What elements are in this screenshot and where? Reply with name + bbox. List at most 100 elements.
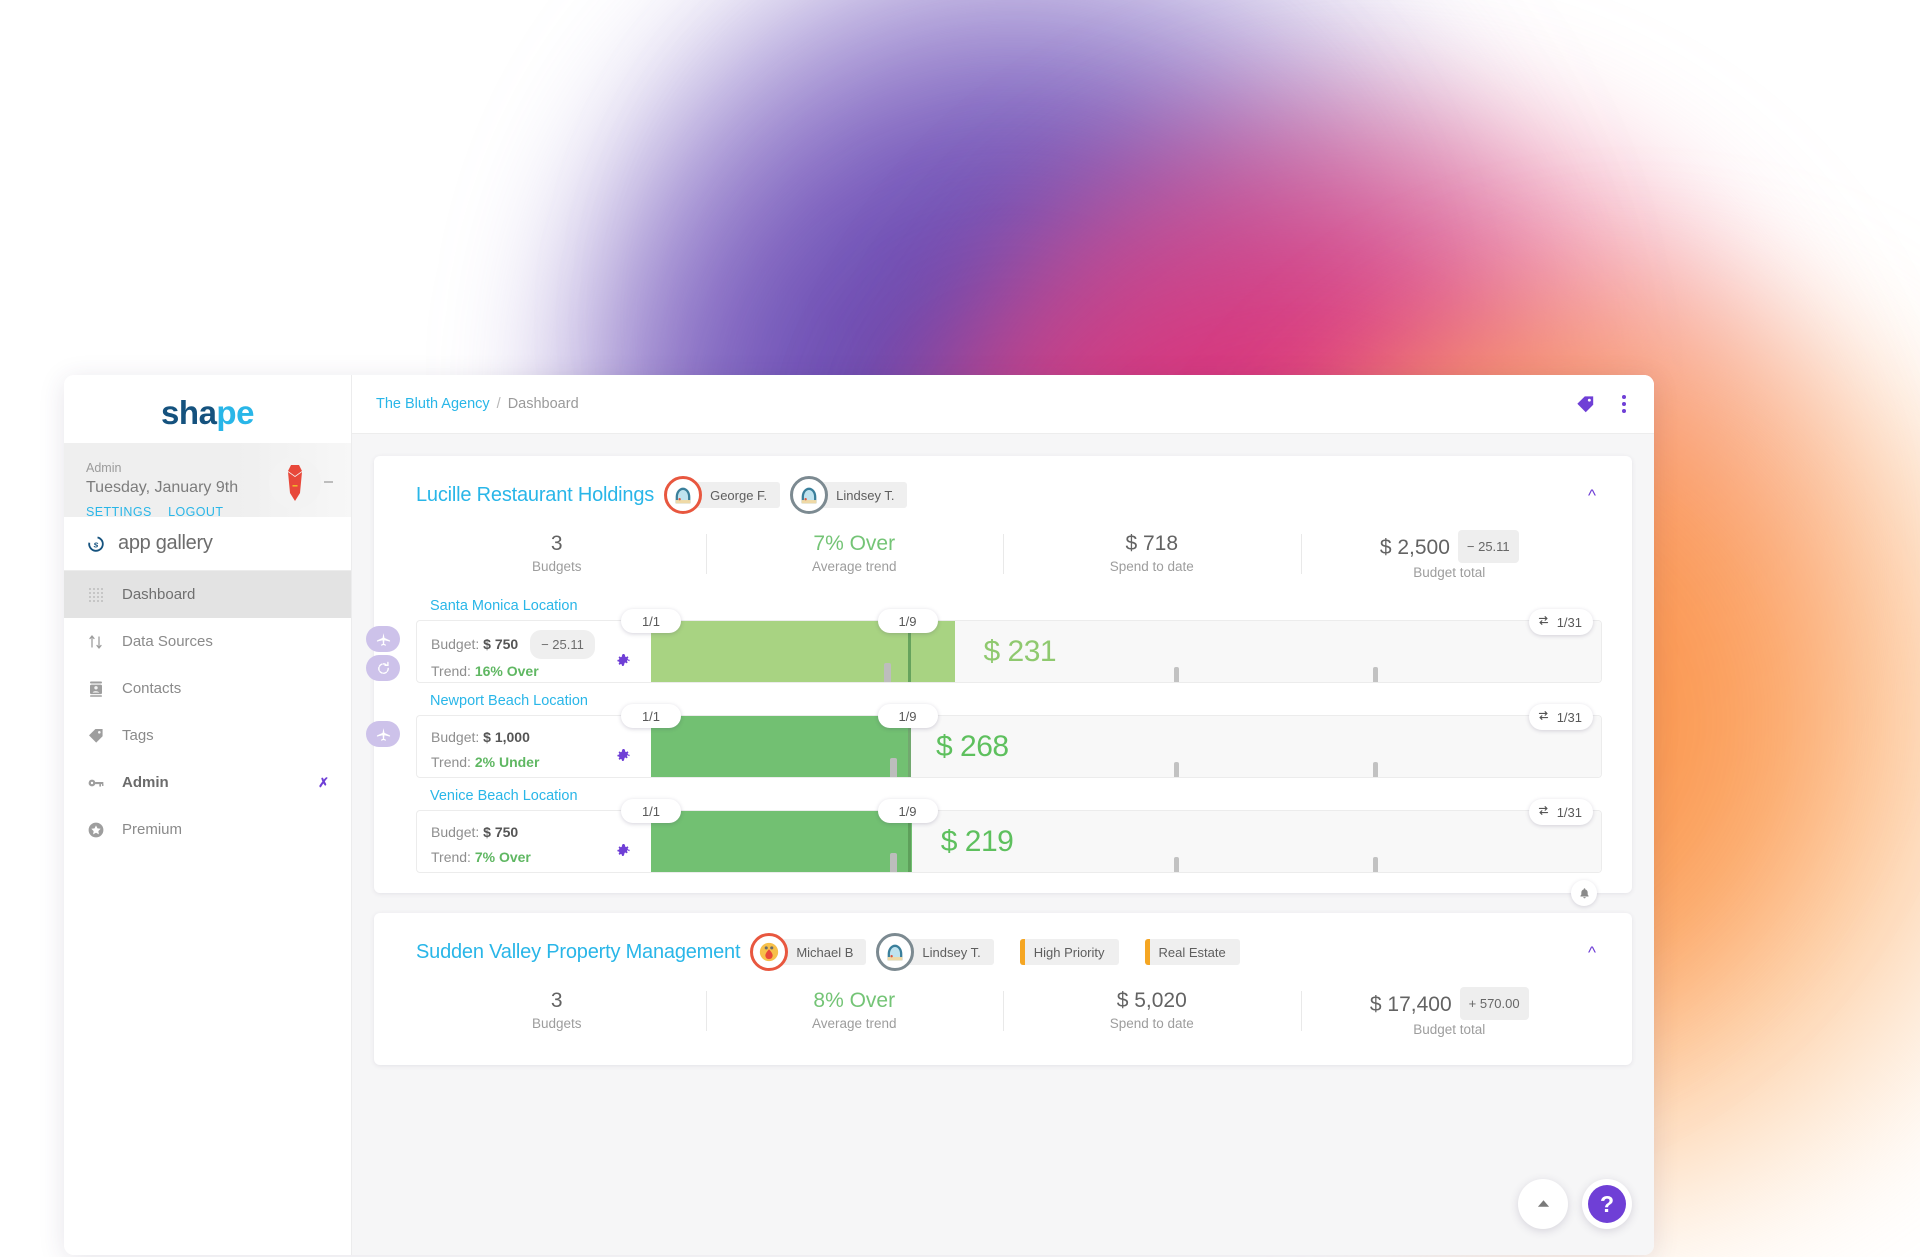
stat-budget-total: $ 2,500 − 25.11 Budget total	[1300, 530, 1599, 580]
trend-value: 7% Over	[474, 849, 531, 865]
breadcrumb-current: Dashboard	[507, 396, 579, 412]
budget-line: Budget: $ 750	[431, 820, 651, 845]
card-title[interactable]: Sudden Valley Property Management	[416, 941, 741, 964]
sidebar-item-label: Tags	[122, 727, 154, 744]
logout-link[interactable]: LOGOUT	[168, 505, 223, 519]
bell-icon[interactable]	[1571, 880, 1597, 906]
gear-icon[interactable]	[616, 653, 631, 670]
stat-label: Average trend	[811, 1016, 897, 1031]
budget-row-title[interactable]: Santa Monica Location	[416, 598, 1602, 614]
airplane-icon[interactable]	[366, 721, 400, 747]
spend-amount: $ 219	[940, 824, 1014, 858]
person-chip[interactable]: George F.	[664, 476, 781, 514]
stat-value-wrap: $ 2,500 − 25.11	[1301, 530, 1599, 563]
sidebar-item-tags[interactable]: Tags	[64, 712, 351, 759]
stat-average-trend: 7% Over Average trend	[705, 530, 1004, 580]
stat-spend-to-date: $ 718 Spend to date	[1003, 530, 1301, 580]
refresh-icon[interactable]	[366, 655, 400, 681]
stat-value: 3	[550, 532, 563, 555]
avatar	[664, 476, 703, 514]
sidebar-item-contacts[interactable]: Contacts	[64, 665, 351, 712]
trend-label: Trend:	[431, 663, 471, 679]
budget-value: $ 750	[483, 824, 519, 840]
tag-icon[interactable]	[1575, 394, 1596, 415]
repeat-icon	[1537, 709, 1550, 725]
axis-tick	[1173, 857, 1179, 872]
help-button[interactable]: ?	[1582, 1179, 1632, 1229]
settings-link[interactable]: SETTINGS	[86, 505, 152, 519]
caret-up-icon	[1537, 1195, 1550, 1213]
budget-row-card: Budget: $ 750 Trend: 7% Over $ 219 1/1 1…	[416, 799, 1602, 906]
star-circle-icon	[86, 820, 106, 840]
chevron-up-icon[interactable]: ^	[1582, 944, 1602, 961]
budget-row-title[interactable]: Venice Beach Location	[416, 788, 1602, 804]
stat-label: Budget total	[1413, 1022, 1486, 1037]
sidebar-item-label: Premium	[122, 821, 183, 838]
brand-logo[interactable]: shape	[64, 375, 351, 443]
app-gallery-link[interactable]: s app gallery	[64, 517, 351, 571]
sidebar-item-admin[interactable]: Admin ✗	[64, 759, 351, 806]
gear-icon[interactable]	[616, 843, 631, 860]
tag-chip[interactable]: Real Estate	[1144, 939, 1240, 965]
person-name: Michael B	[796, 944, 854, 960]
budget-row: Venice Beach Location Budget: $ 750 Tren…	[416, 788, 1602, 906]
budget-progress-track[interactable]: $ 231 1/1 1/9 1/31	[621, 609, 1601, 682]
avatar-dash-decoration	[324, 481, 333, 483]
spend-amount: $ 231	[983, 634, 1057, 668]
budget-progress-fill	[651, 811, 913, 872]
person-chip[interactable]: Lindsey T.	[876, 933, 994, 971]
help-circle-icon: ?	[1588, 1185, 1626, 1223]
breadcrumb-agency-link[interactable]: The Bluth Agency	[376, 396, 490, 412]
start-date-pill: 1/1	[621, 609, 681, 633]
today-date-pill: 1/9	[877, 799, 938, 823]
repeat-icon	[1537, 804, 1550, 820]
budget-progress-track[interactable]: $ 219 1/1 1/9 1/31	[621, 799, 1601, 906]
trend-label: Trend:	[431, 754, 471, 770]
person-chip[interactable]: Michael B	[750, 933, 867, 971]
logo-part-2: a	[198, 394, 217, 431]
avatar	[790, 476, 829, 514]
end-date-pill: 1/31	[1528, 609, 1593, 635]
sidebar-item-data-sources[interactable]: Data Sources	[64, 618, 351, 665]
stat-value: $ 5,020	[1116, 989, 1187, 1012]
tag-icon	[86, 726, 106, 746]
card-title[interactable]: Lucille Restaurant Holdings	[416, 484, 654, 507]
dashboard-scroll-area[interactable]: Lucille Restaurant Holdings George F. Li…	[352, 434, 1654, 1255]
kebab-menu-icon[interactable]	[1622, 395, 1626, 413]
budget-delta-badge: − 25.11	[530, 630, 595, 659]
row-side-buttons	[366, 721, 400, 747]
stat-spend-to-date: $ 5,020 Spend to date	[1003, 987, 1301, 1037]
necktie-avatar-icon[interactable]	[269, 457, 321, 509]
trend-value: 2% Under	[474, 754, 540, 770]
today-date-pill: 1/9	[877, 609, 938, 633]
person-chip[interactable]: Lindsey T.	[790, 476, 908, 514]
axis-tick	[1373, 762, 1378, 777]
gear-icon[interactable]	[616, 748, 631, 765]
person-name: Lindsey T.	[836, 487, 895, 503]
sidebar-item-dashboard[interactable]: Dashboard	[64, 571, 351, 618]
stat-label: Budget total	[1413, 565, 1486, 580]
stat-label: Budgets	[531, 559, 582, 574]
sidebar-item-premium[interactable]: Premium	[64, 806, 351, 853]
budget-label: Budget:	[431, 636, 480, 652]
budget-group-card: Sudden Valley Property Management Michae…	[374, 913, 1632, 1065]
budget-group-card: Lucille Restaurant Holdings George F. Li…	[366, 456, 1632, 906]
logo-part-1: sh	[161, 394, 199, 431]
person-name: George F.	[710, 487, 768, 503]
budget-progress-fill	[651, 716, 908, 777]
chevron-down-icon[interactable]: ✗	[318, 775, 329, 791]
stat-value: $ 718	[1125, 532, 1179, 555]
budget-row-title[interactable]: Newport Beach Location	[416, 693, 1602, 709]
trend-value: 16% Over	[474, 663, 539, 679]
main-area: The Bluth Agency / Dashboard Lucille Res…	[352, 375, 1654, 1255]
end-date-pill: 1/31	[1528, 704, 1593, 730]
end-date-label: 1/31	[1556, 614, 1582, 630]
tag-chip[interactable]: High Priority	[1019, 939, 1119, 965]
chevron-up-icon[interactable]: ^	[1582, 487, 1602, 504]
sidebar-item-label: Admin	[122, 774, 169, 791]
person-name: Lindsey T.	[922, 944, 981, 960]
scroll-to-top-button[interactable]	[1518, 1179, 1568, 1229]
stat-budgets: 3 Budgets	[408, 530, 706, 580]
budget-progress-track[interactable]: $ 268 1/1 1/9 1/31	[621, 704, 1601, 777]
airplane-icon[interactable]	[366, 626, 400, 652]
